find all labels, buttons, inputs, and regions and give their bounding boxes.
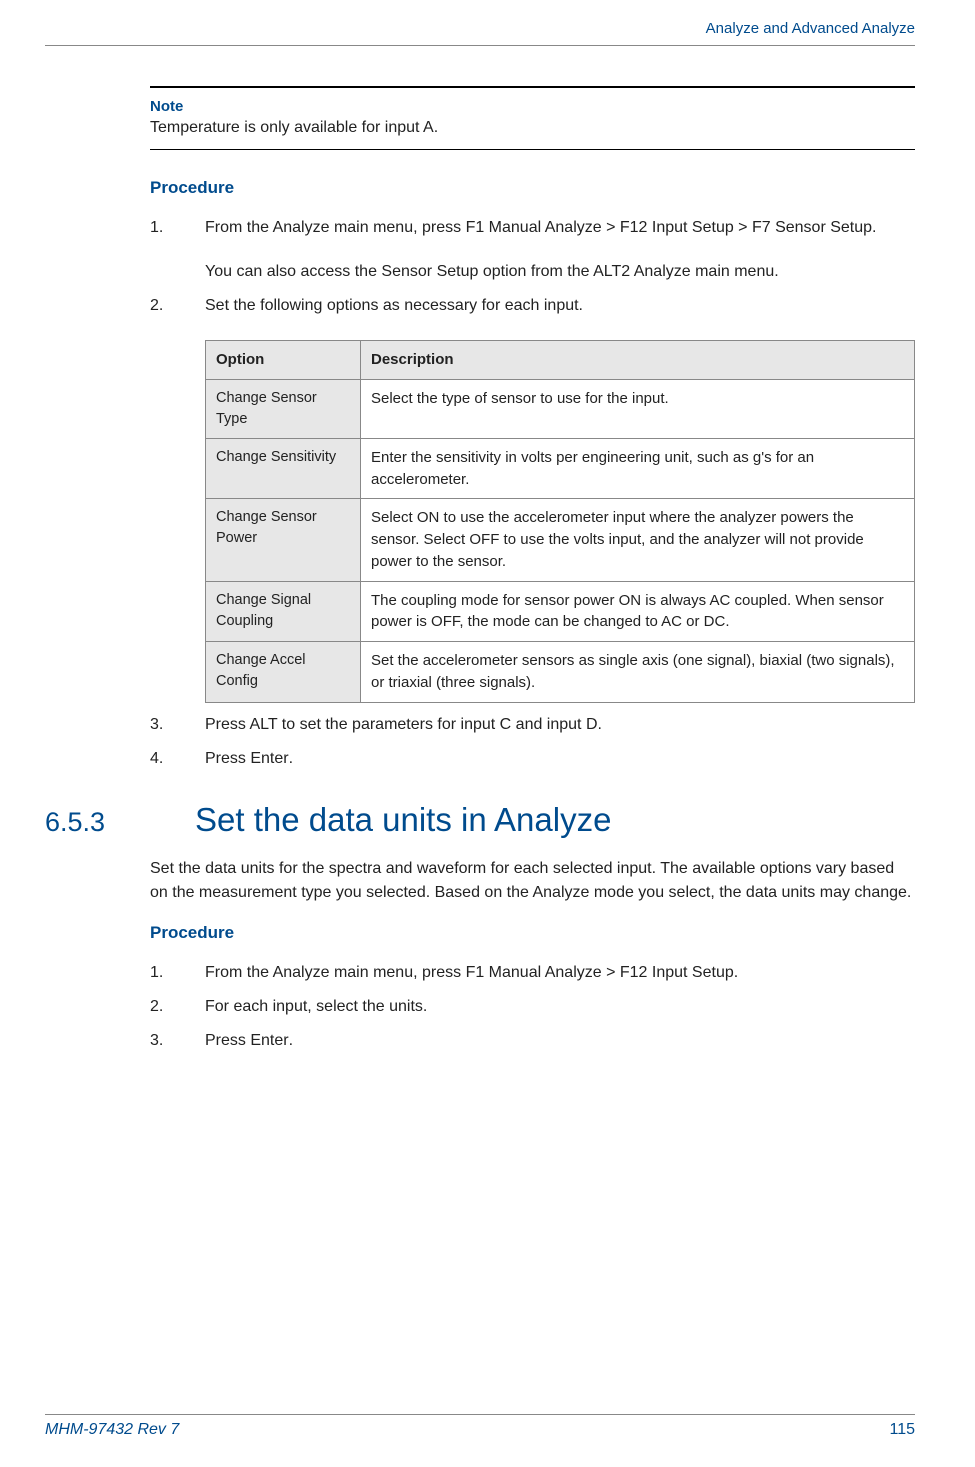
step-1-text-e: > — [734, 219, 752, 236]
step-1-text-c: > — [602, 219, 620, 236]
footer-page-number: 115 — [889, 1421, 915, 1439]
table-row: Change Signal Coupling The coupling mode… — [206, 581, 915, 642]
option-desc: The coupling mode for sensor power ON is… — [361, 581, 915, 642]
option-name: Change Sensitivity — [206, 438, 361, 499]
ui-enter: Enter — [250, 750, 288, 767]
option-name: Change Sensor Type — [206, 379, 361, 438]
step-1: From the Analyze main menu, press F1 Man… — [150, 216, 915, 284]
option-name: Change Signal Coupling — [206, 581, 361, 642]
procedure-heading-1: Procedure — [150, 178, 915, 198]
step-2-text: Set the following options as necessary f… — [205, 297, 583, 314]
ui-enter: Enter — [250, 1032, 288, 1049]
step-3: Press ALT to set the parameters for inpu… — [150, 713, 915, 737]
table-header-description: Description — [361, 341, 915, 380]
procedure-heading-2: Procedure — [150, 923, 915, 943]
option-name: Change Accel Config — [206, 642, 361, 703]
ui-sensor-setup: Sensor Setup — [381, 263, 478, 280]
option-name: Change Sensor Power — [206, 499, 361, 581]
option-desc: Select the type of sensor to use for the… — [361, 379, 915, 438]
note-text: Temperature is only available for input … — [150, 119, 915, 137]
step-1-sub-c: option from the ALT2 Analyze main menu. — [478, 263, 778, 280]
ui-f1-manual-analyze: F1 Manual Analyze — [466, 964, 602, 981]
step-4-text-c: . — [289, 750, 293, 767]
section-heading-row: 6.5.3 Set the data units in Analyze — [45, 801, 915, 839]
table-header-option: Option — [206, 341, 361, 380]
step-1-subtext: You can also access the Sensor Setup opt… — [205, 260, 915, 284]
ui-f7-sensor-setup: F7 Sensor Setup — [752, 219, 872, 236]
step-4: Press Enter. — [150, 747, 915, 771]
table-row: Change Sensor Type Select the type of se… — [206, 379, 915, 438]
table-row: Change Sensor Power Select ON to use the… — [206, 499, 915, 581]
options-table: Option Description Change Sensor Type Se… — [205, 340, 915, 703]
note-label: Note — [150, 98, 915, 115]
note-block: Note Temperature is only available for i… — [150, 86, 915, 150]
option-desc: Set the accelerometer sensors as single … — [361, 642, 915, 703]
option-desc: Enter the sensitivity in volts per engin… — [361, 438, 915, 499]
ui-f12-input-setup: F12 Input Setup — [620, 964, 734, 981]
step-1-text-a: From the Analyze main menu, press — [205, 219, 466, 236]
step-1-text-g: . — [872, 219, 876, 236]
step-1-text-c: > — [602, 964, 620, 981]
step-4-text-a: Press — [205, 750, 250, 767]
header-rule — [45, 45, 915, 46]
table-row: Change Sensitivity Enter the sensitivity… — [206, 438, 915, 499]
step-1-sub-a: You can also access the — [205, 263, 381, 280]
step-1: From the Analyze main menu, press F1 Man… — [150, 961, 915, 985]
header-section-title: Analyze and Advanced Analyze — [45, 20, 915, 37]
table-row: Change Accel Config Set the acceleromete… — [206, 642, 915, 703]
ui-f1-manual-analyze: F1 Manual Analyze — [466, 219, 602, 236]
section-number: 6.5.3 — [45, 807, 195, 838]
procedure-1-steps: From the Analyze main menu, press F1 Man… — [150, 216, 915, 771]
table-header-row: Option Description — [206, 341, 915, 380]
option-desc: Select ON to use the accelerometer input… — [361, 499, 915, 581]
step-3-text-c: . — [289, 1032, 293, 1049]
step-2: For each input, select the units. — [150, 995, 915, 1019]
page-footer: MHM-97432 Rev 7 115 — [45, 1414, 915, 1439]
step-1-text-e: . — [734, 964, 738, 981]
ui-f12-input-setup: F12 Input Setup — [620, 219, 734, 236]
step-1-text-a: From the Analyze main menu, press — [205, 964, 466, 981]
step-3-text-a: Press — [205, 1032, 250, 1049]
step-3: Press Enter. — [150, 1029, 915, 1053]
procedure-2-steps: From the Analyze main menu, press F1 Man… — [150, 961, 915, 1053]
footer-doc-id: MHM-97432 Rev 7 — [45, 1421, 179, 1439]
section-title: Set the data units in Analyze — [195, 801, 611, 839]
step-2: Set the following options as necessary f… — [150, 294, 915, 703]
section-body: Set the data units for the spectra and w… — [150, 857, 915, 905]
